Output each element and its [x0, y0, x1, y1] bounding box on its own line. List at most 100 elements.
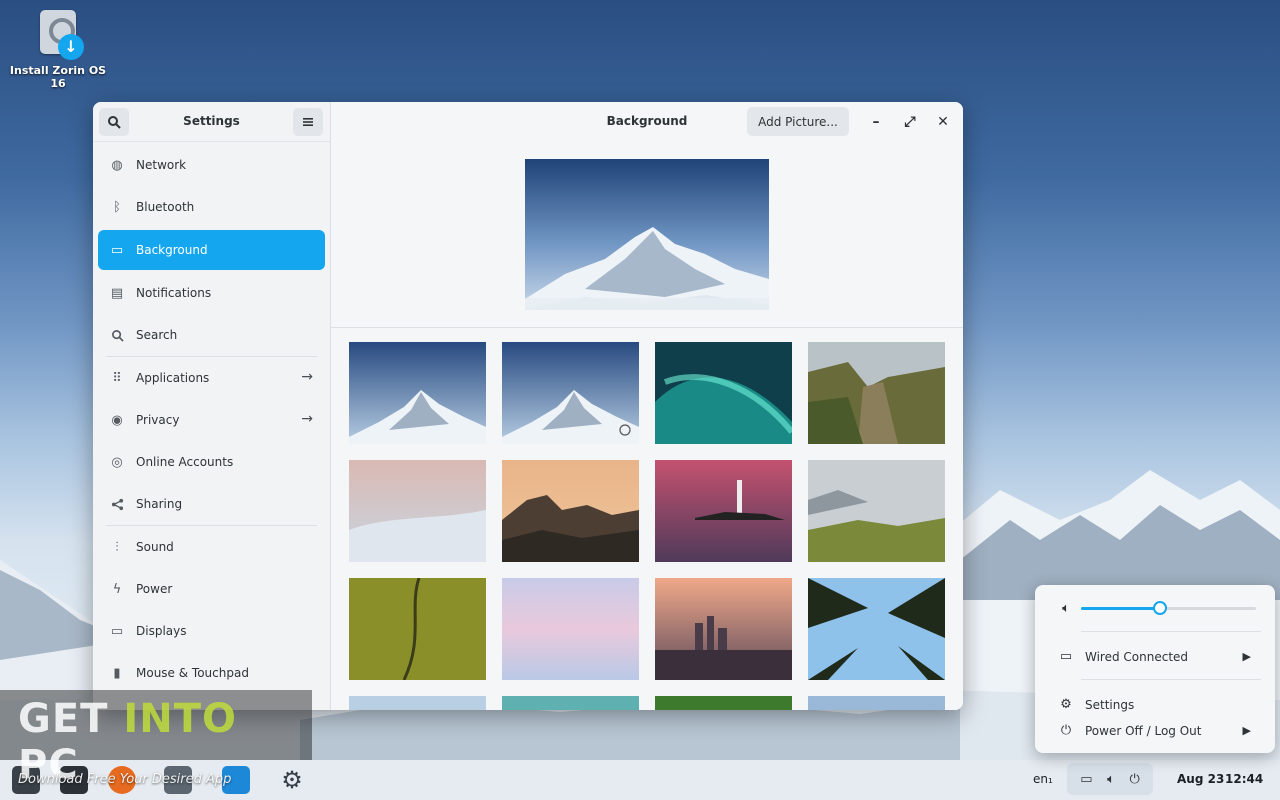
wallpaper-partial[interactable]	[349, 696, 486, 710]
wallpaper-misty-valley[interactable]	[808, 460, 945, 562]
sidebar-item-power[interactable]: ϟ Power	[98, 568, 325, 610]
sidebar-item-label: Background	[136, 243, 208, 257]
close-icon: ✕	[937, 114, 949, 130]
sidebar: Settings ◍ Network ᛒ Bluetooth ▭ Backgro…	[93, 102, 331, 710]
volume-slider[interactable]	[1081, 601, 1256, 615]
quick-settings-menu: 🔈︎ ▭ Wired Connected ▶ ⚙ Settings ⏻ Powe…	[1035, 585, 1275, 753]
desktop-icon-label: Install Zorin OS 16	[9, 64, 107, 90]
power-icon: ⏻	[1129, 771, 1140, 787]
sidebar-item-notifications[interactable]: ▤ Notifications	[98, 272, 325, 314]
maximize-icon: ⤢	[904, 114, 916, 130]
wallpaper-city-skyline[interactable]	[655, 578, 792, 680]
sidebar-item-label: Notifications	[136, 286, 212, 300]
wallpaper-canyon[interactable]	[808, 342, 945, 444]
sidebar-item-label: Applications	[136, 371, 210, 385]
sidebar-item-privacy[interactable]: ◉ Privacy →	[98, 399, 325, 441]
watermark-tagline: Download Free Your Desired App	[18, 772, 232, 787]
wallpaper-green-field[interactable]	[349, 578, 486, 680]
sidebar-item-background[interactable]: ▭ Background	[98, 230, 325, 270]
sidebar-nav: ◍ Network ᛒ Bluetooth ▭ Background ▤ Not…	[98, 144, 325, 694]
wired-connection-item[interactable]: ▭ Wired Connected	[1059, 649, 1188, 664]
wallpaper-lighthouse[interactable]	[655, 460, 792, 562]
clock-time[interactable]: 12:44	[1225, 772, 1263, 786]
sidebar-item-bluetooth[interactable]: ᛒ Bluetooth	[98, 186, 325, 228]
menu-divider	[1081, 631, 1261, 632]
bluetooth-icon: ᛒ	[113, 199, 121, 215]
sidebar-item-label: Displays	[136, 624, 187, 638]
arrow-right-icon: →	[301, 369, 313, 385]
wallpaper-partial[interactable]	[655, 696, 792, 710]
sidebar-item-label: Sharing	[136, 497, 183, 511]
settings-label: Settings	[1085, 697, 1135, 712]
sound-icon: ⫶	[115, 539, 119, 555]
watermark-text: GET	[18, 696, 124, 742]
minimize-button[interactable]: –	[866, 112, 886, 132]
settings-window: Settings ◍ Network ᛒ Bluetooth ▭ Backgro…	[93, 102, 963, 710]
sidebar-header: Settings	[93, 102, 330, 142]
gear-icon: ⚙	[1060, 697, 1072, 712]
sidebar-item-mouse-touchpad[interactable]: ▮ Mouse & Touchpad	[98, 652, 325, 694]
sidebar-item-network[interactable]: ◍ Network	[98, 144, 325, 186]
volume-icon: 🔈︎	[1107, 771, 1115, 787]
sidebar-item-label: Power	[136, 582, 173, 596]
settings-item[interactable]: ⚙ Settings	[1059, 697, 1134, 712]
wallpaper-partial[interactable]	[808, 696, 945, 710]
wallpaper-sunset-hills[interactable]	[502, 460, 639, 562]
maximize-button[interactable]: ⤢	[900, 112, 920, 132]
sidebar-item-applications[interactable]: ⠿ Applications →	[98, 357, 325, 399]
menu-button[interactable]	[293, 108, 323, 136]
mouse-icon: ▮	[113, 665, 121, 681]
watermark: GET INTO PC	[0, 690, 312, 788]
volume-icon: 🔈︎	[1062, 601, 1070, 616]
sidebar-item-sound[interactable]: ⫶ Sound	[98, 526, 325, 568]
wallpaper-pastel-sky[interactable]	[502, 578, 639, 680]
search-icon	[110, 328, 124, 342]
network-wired-icon: ▭	[1080, 771, 1093, 787]
wallpaper-palm-trees[interactable]	[808, 578, 945, 680]
clock-date[interactable]: Aug 23	[1177, 772, 1224, 786]
background-panel: Background Add Picture... – ⤢ ✕	[331, 102, 963, 710]
minimize-icon: –	[872, 114, 880, 130]
panel-header: Background Add Picture... – ⤢ ✕	[331, 102, 963, 142]
hamburger-icon	[303, 118, 313, 126]
wallpaper-pink-dunes[interactable]	[349, 460, 486, 562]
arrow-right-icon: →	[301, 411, 313, 427]
add-picture-button[interactable]: Add Picture...	[747, 107, 849, 136]
wallpaper-mountain-snow[interactable]	[349, 342, 486, 444]
display-icon: ▭	[110, 623, 124, 639]
monitor-icon: ▭	[110, 242, 124, 258]
sidebar-item-displays[interactable]: ▭ Displays	[98, 610, 325, 652]
online-accounts-icon: ◎	[111, 454, 123, 470]
volume-slider-handle[interactable]	[1152, 601, 1167, 615]
apps-grid-icon: ⠿	[112, 370, 122, 386]
desktop-icon-install-zorin[interactable]: ↓ Install Zorin OS 16	[6, 8, 110, 90]
sidebar-item-label: Sound	[136, 540, 174, 554]
sidebar-item-search[interactable]: Search	[98, 314, 325, 356]
wallpaper-partial[interactable]	[502, 696, 639, 710]
volume-slider-fill	[1081, 607, 1160, 610]
power-off-item[interactable]: ⏻ Power Off / Log Out	[1059, 723, 1202, 738]
sidebar-item-label: Online Accounts	[136, 455, 234, 469]
close-button[interactable]: ✕	[933, 112, 953, 132]
share-icon	[110, 497, 124, 511]
power-icon: ϟ	[112, 581, 122, 597]
wallpaper-aurora[interactable]	[655, 342, 792, 444]
keyboard-layout-indicator[interactable]: en₁	[1033, 772, 1053, 786]
wallpaper-mountain-snow-selected[interactable]	[502, 342, 639, 444]
network-wired-icon: ▭	[1059, 649, 1073, 664]
menu-divider	[1081, 679, 1261, 680]
drive-icon: ↓	[38, 8, 84, 60]
chevron-right-icon: ▶	[1242, 724, 1251, 737]
sidebar-item-sharing[interactable]: Sharing	[98, 483, 325, 525]
preview-taskbar	[525, 298, 769, 310]
privacy-icon: ◉	[111, 412, 123, 428]
system-tray[interactable]: ▭ 🔈︎ ⏻	[1067, 763, 1153, 795]
chevron-right-icon: ▶	[1242, 650, 1251, 663]
sidebar-item-label: Mouse & Touchpad	[136, 666, 249, 680]
wired-connection-label: Wired Connected	[1085, 649, 1189, 664]
sidebar-item-label: Privacy	[136, 413, 180, 427]
notifications-icon: ▤	[110, 285, 124, 301]
background-preview	[525, 159, 769, 310]
sidebar-item-online-accounts[interactable]: ◎ Online Accounts	[98, 441, 325, 483]
download-icon: ↓	[58, 34, 84, 60]
